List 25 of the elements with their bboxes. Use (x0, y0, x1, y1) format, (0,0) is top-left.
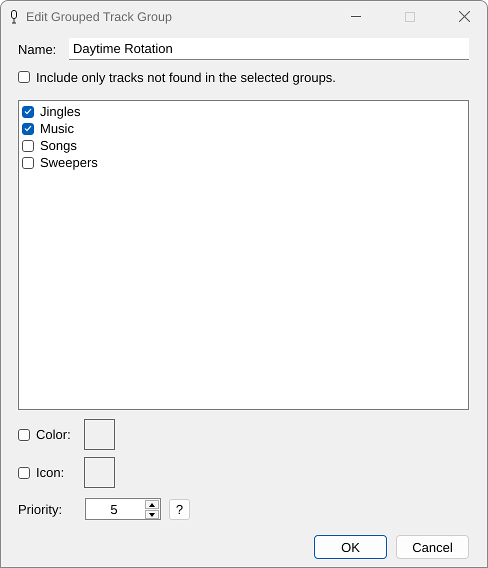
help-button[interactable]: ? (169, 498, 190, 520)
checkbox[interactable] (22, 156, 34, 168)
group-label: Songs (40, 138, 77, 153)
icon-swatch[interactable] (84, 457, 115, 488)
checkbox[interactable] (18, 466, 30, 478)
priority-label: Priority: (18, 502, 64, 516)
name-label: Name: (18, 42, 58, 56)
color-swatch[interactable] (84, 419, 115, 450)
icon-label: Icon: (36, 465, 66, 480)
checkbox[interactable] (22, 140, 34, 152)
checkbox[interactable] (22, 106, 34, 118)
color-label: Color: (36, 427, 72, 442)
group-label: Music (40, 121, 74, 136)
cancel-button[interactable]: Cancel (396, 535, 469, 559)
group-label: Sweepers (40, 155, 98, 170)
window-title: Edit Grouped Track Group (26, 10, 173, 24)
name-field[interactable]: Daytime Rotation (69, 38, 469, 60)
checkbox[interactable] (18, 71, 30, 83)
checkbox[interactable] (18, 428, 30, 440)
checkbox-label: Include only tracks not found in the selected groups. (36, 70, 336, 84)
ok-button[interactable]: OK (314, 535, 387, 559)
close-icon[interactable] (458, 11, 470, 22)
microphone-icon (10, 10, 18, 24)
group-label: Jingles (40, 104, 80, 119)
checkbox[interactable] (22, 122, 34, 134)
